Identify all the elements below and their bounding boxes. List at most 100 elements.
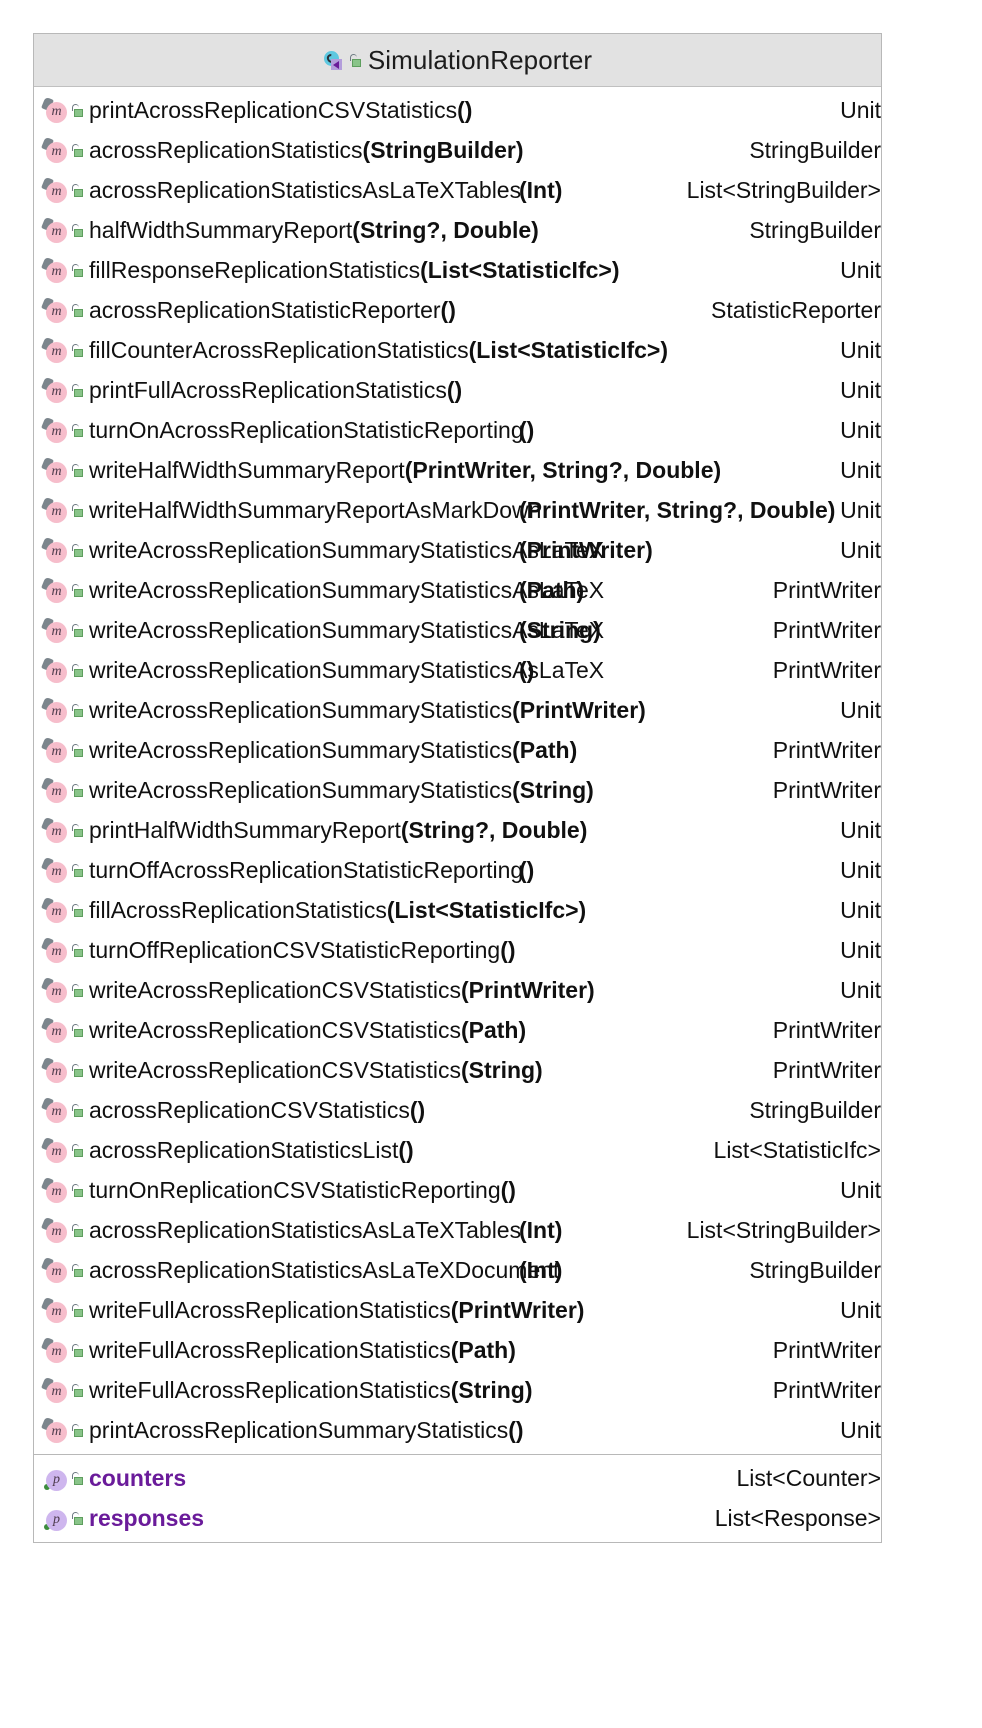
method-row[interactable]: m acrossReplicationStatistics (StringBuild… bbox=[34, 130, 881, 170]
uml-class-node[interactable]: SimulationReporter m printAcrossReplicati… bbox=[33, 33, 882, 1543]
method-row[interactable]: m writeAcrossReplicationCSVStatistics (Pat… bbox=[34, 1010, 881, 1050]
return-type: Unit bbox=[840, 1417, 881, 1443]
public-icon bbox=[71, 823, 84, 838]
method-row[interactable]: m writeAcrossReplicationSummaryStatistics… bbox=[34, 530, 881, 570]
public-icon bbox=[71, 1303, 84, 1318]
method-icon: m bbox=[41, 176, 68, 203]
method-icon: m bbox=[41, 96, 68, 123]
method-row[interactable]: m printFullAcrossReplicationStatistics() U… bbox=[34, 370, 881, 410]
method-name: writeAcrossReplicationCSVStatistics bbox=[89, 977, 461, 1003]
method-row[interactable]: m turnOffAcrossReplicationStatisticReport… bbox=[34, 850, 881, 890]
method-row[interactable]: m acrossReplicationStatisticsAsLaTeXDocum… bbox=[34, 1250, 881, 1290]
member-text: fillAcrossReplicationStatistics (List<Sta… bbox=[89, 890, 881, 930]
method-parameters: (Int) bbox=[519, 1217, 563, 1243]
public-icon bbox=[71, 1023, 84, 1038]
method-row[interactable]: m printHalfWidthSummaryReport (String?, Do… bbox=[34, 810, 881, 850]
method-row[interactable]: m turnOnAcrossReplicationStatisticReporti… bbox=[34, 410, 881, 450]
method-parameters: () bbox=[440, 297, 456, 323]
public-icon bbox=[71, 1063, 84, 1078]
member-text: printAcrossReplicationSummaryStatistics(… bbox=[89, 1410, 881, 1450]
member-text: halfWidthSummaryReport (String?, Double) S… bbox=[89, 210, 881, 250]
class-header[interactable]: SimulationReporter bbox=[34, 34, 881, 87]
public-icon bbox=[71, 103, 84, 118]
method-row[interactable]: m writeAcrossReplicationSummaryStatistics… bbox=[34, 690, 881, 730]
return-type: Unit bbox=[840, 977, 881, 1003]
method-row[interactable]: m acrossReplicationStatisticReporter() Sta… bbox=[34, 290, 881, 330]
method-name: turnOffAcrossReplicationStatisticReporti… bbox=[89, 857, 524, 883]
method-icon: m bbox=[41, 1256, 68, 1283]
method-name: printAcrossReplicationSummaryStatistics bbox=[89, 1417, 509, 1443]
method-row[interactable]: m printAcrossReplicationSummaryStatistics… bbox=[34, 1410, 881, 1450]
method-row[interactable]: m writeAcrossReplicationCSVStatistics (Str… bbox=[34, 1050, 881, 1090]
public-icon bbox=[71, 1383, 84, 1398]
method-row[interactable]: m turnOffReplicationCSVStatisticReporting… bbox=[34, 930, 881, 970]
method-name: printFullAcrossReplicationStatistics bbox=[89, 377, 447, 403]
method-name: turnOffReplicationCSVStatisticReporting bbox=[89, 937, 501, 963]
method-icon: m bbox=[41, 336, 68, 363]
method-row[interactable]: m writeFullAcrossReplicationStatistics (St… bbox=[34, 1370, 881, 1410]
property-row[interactable]: p responses List<Response> bbox=[34, 1498, 881, 1538]
member-text: acrossReplicationStatistics (StringBuilde… bbox=[89, 130, 881, 170]
return-type: List<StatisticIfc> bbox=[713, 1137, 881, 1163]
method-name: turnOnAcrossReplicationStatisticReportin… bbox=[89, 417, 524, 443]
return-type: Unit bbox=[840, 897, 881, 923]
public-icon bbox=[71, 983, 84, 998]
method-row[interactable]: m writeFullAcrossReplicationStatistics (Pr… bbox=[34, 1290, 881, 1330]
return-type: Unit bbox=[840, 457, 881, 483]
public-icon bbox=[71, 183, 84, 198]
return-type: PrintWriter bbox=[772, 577, 881, 603]
method-row[interactable]: m acrossReplicationStatisticsAsLaTeXTable… bbox=[34, 1210, 881, 1250]
method-row[interactable]: m writeAcrossReplicationSummaryStatistics… bbox=[34, 730, 881, 770]
public-icon bbox=[71, 303, 84, 318]
member-text: printAcrossReplicationCSVStatistics() Uni… bbox=[89, 90, 881, 130]
member-text: counters List<Counter> bbox=[89, 1458, 881, 1498]
method-name: writeFullAcrossReplicationStatistics bbox=[89, 1377, 451, 1403]
method-name: acrossReplicationStatisticsAsLaTeXTables bbox=[89, 1217, 522, 1243]
method-name: turnOnReplicationCSVStatisticReporting bbox=[89, 1177, 501, 1203]
return-type: StringBuilder bbox=[749, 217, 881, 243]
method-parameters: () bbox=[519, 657, 535, 683]
method-parameters: () bbox=[446, 377, 463, 403]
page-title: SimulationReporter bbox=[367, 44, 593, 75]
method-row[interactable]: m acrossReplicationStatisticsAsLaTeXTable… bbox=[34, 170, 881, 210]
method-parameters: (Int) bbox=[519, 177, 563, 203]
member-text: printFullAcrossReplicationStatistics() Un… bbox=[89, 370, 881, 410]
property-name: counters bbox=[89, 1465, 187, 1491]
return-type: List<Counter> bbox=[736, 1465, 881, 1491]
method-row[interactable]: m fillAcrossReplicationStatistics (List<St… bbox=[34, 890, 881, 930]
method-row[interactable]: m writeHalfWidthSummaryReportAsMarkDown (P… bbox=[34, 490, 881, 530]
method-icon: m bbox=[41, 656, 68, 683]
public-icon bbox=[71, 863, 84, 878]
method-row[interactable]: m acrossReplicationCSVStatistics() StringB… bbox=[34, 1090, 881, 1130]
return-type: Unit bbox=[840, 937, 881, 963]
property-name: responses bbox=[89, 1505, 205, 1531]
return-type: StringBuilder bbox=[749, 1257, 881, 1283]
method-row[interactable]: m writeAcrossReplicationSummaryStatistics… bbox=[34, 650, 881, 690]
member-text: fillResponseReplicationStatistics (List<S… bbox=[89, 250, 881, 290]
public-icon bbox=[71, 423, 84, 438]
method-row[interactable]: m acrossReplicationStatisticsList() List<S… bbox=[34, 1130, 881, 1170]
method-row[interactable]: m fillCounterAcrossReplicationStatistics(… bbox=[34, 330, 881, 370]
method-row[interactable]: m halfWidthSummaryReport (String?, Double)… bbox=[34, 210, 881, 250]
method-row[interactable]: m writeAcrossReplicationSummaryStatistics… bbox=[34, 610, 881, 650]
member-text: acrossReplicationStatisticsList() List<St… bbox=[89, 1130, 881, 1170]
method-parameters: (PrintWriter, String?, Double) bbox=[404, 457, 722, 483]
method-icon: m bbox=[41, 536, 68, 563]
method-name: acrossReplicationStatisticsAsLaTeXTables bbox=[89, 177, 522, 203]
method-row[interactable]: m printAcrossReplicationCSVStatistics() Un… bbox=[34, 90, 881, 130]
method-row[interactable]: m writeFullAcrossReplicationStatistics (Pa… bbox=[34, 1330, 881, 1370]
method-row[interactable]: m fillResponseReplicationStatistics (List<… bbox=[34, 250, 881, 290]
member-text: writeAcrossReplicationCSVStatistics (Prin… bbox=[89, 970, 881, 1010]
method-row[interactable]: m writeHalfWidthSummaryReport (PrintWriter… bbox=[34, 450, 881, 490]
property-icon: p bbox=[43, 1466, 68, 1491]
method-parameters: (PrintWriter) bbox=[450, 1297, 585, 1323]
member-text: writeFullAcrossReplicationStatistics (Str… bbox=[89, 1370, 881, 1410]
method-row[interactable]: m writeAcrossReplicationCSVStatistics (Pri… bbox=[34, 970, 881, 1010]
property-row[interactable]: p counters List<Counter> bbox=[34, 1458, 881, 1498]
return-type: PrintWriter bbox=[772, 1337, 881, 1363]
method-row[interactable]: m turnOnReplicationCSVStatisticReporting(… bbox=[34, 1170, 881, 1210]
method-row[interactable]: m writeAcrossReplicationSummaryStatistics… bbox=[34, 770, 881, 810]
method-parameters: (Path) bbox=[519, 577, 585, 603]
member-text: fillCounterAcrossReplicationStatistics (L… bbox=[89, 330, 881, 370]
method-row[interactable]: m writeAcrossReplicationSummaryStatistics… bbox=[34, 570, 881, 610]
